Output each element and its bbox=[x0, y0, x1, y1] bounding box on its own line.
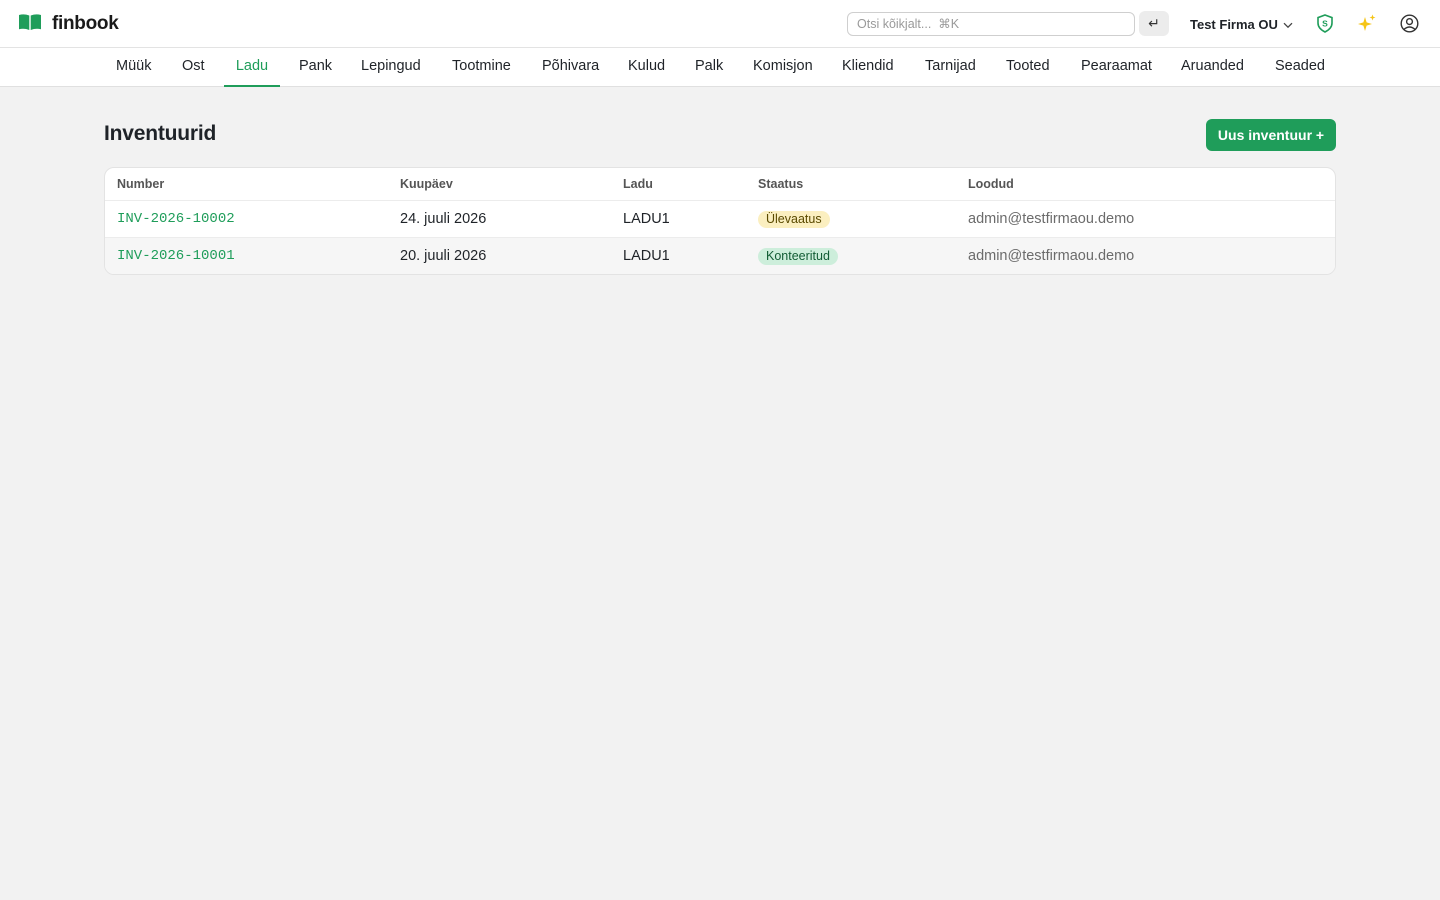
column-header-date[interactable]: Kuupäev bbox=[400, 177, 453, 191]
column-header-number[interactable]: Number bbox=[117, 177, 164, 191]
nav-item-komisjon[interactable]: Komisjon bbox=[753, 48, 813, 87]
app-name: finbook bbox=[52, 13, 119, 34]
inventory-number-link[interactable]: INV-2026-10002 bbox=[117, 211, 235, 227]
company-switcher[interactable]: Test Firma OU bbox=[1190, 14, 1293, 34]
table-row[interactable]: INV-2026-10001 20. juuli 2026 LADU1 Kont… bbox=[105, 238, 1335, 274]
nav-item-pank[interactable]: Pank bbox=[299, 48, 332, 87]
inventory-date: 24. juuli 2026 bbox=[400, 211, 487, 227]
nav-item-seaded[interactable]: Seaded bbox=[1275, 48, 1325, 87]
book-logo-icon bbox=[18, 13, 42, 36]
user-circle-icon[interactable] bbox=[1398, 12, 1420, 34]
nav-item-ladu[interactable]: Ladu bbox=[224, 48, 280, 87]
page-title: Inventuurid bbox=[104, 122, 217, 145]
nav-item-pearaamat[interactable]: Pearaamat bbox=[1081, 48, 1152, 87]
status-badge: Konteeritud bbox=[758, 248, 838, 265]
nav-item-tootmine[interactable]: Tootmine bbox=[452, 48, 511, 87]
shield-s-icon[interactable]: S bbox=[1314, 12, 1336, 34]
inventory-number-link[interactable]: INV-2026-10001 bbox=[117, 248, 235, 264]
chevron-down-icon bbox=[1283, 17, 1293, 32]
inventory-warehouse: LADU1 bbox=[623, 211, 670, 227]
status-badge: Ülevaatus bbox=[758, 211, 830, 228]
new-inventory-button[interactable]: Uus inventuur + bbox=[1206, 119, 1336, 151]
nav-item-tarnijad[interactable]: Tarnijad bbox=[925, 48, 976, 87]
nav-item-tooted[interactable]: Tooted bbox=[1006, 48, 1050, 87]
column-header-created[interactable]: Loodud bbox=[968, 177, 1014, 191]
nav-item-muuk[interactable]: Müük bbox=[116, 48, 151, 87]
enter-icon: ↵ bbox=[1148, 15, 1160, 31]
app-logo[interactable]: finbook bbox=[18, 12, 119, 36]
inventory-date: 20. juuli 2026 bbox=[400, 248, 487, 264]
top-bar: finbook ↵ Test Firma OU S bbox=[0, 0, 1440, 48]
created-by: admin@testfirmaou.demo bbox=[968, 211, 1135, 227]
inventory-table: Number Kuupäev Ladu Staatus Loodud INV-2… bbox=[104, 167, 1336, 275]
search-submit-button[interactable]: ↵ bbox=[1139, 11, 1169, 36]
nav-item-kulud[interactable]: Kulud bbox=[628, 48, 665, 87]
sparkles-icon[interactable] bbox=[1356, 12, 1378, 34]
nav-item-pohivara[interactable]: Põhivara bbox=[542, 48, 599, 87]
inventory-warehouse: LADU1 bbox=[623, 248, 670, 264]
nav-item-kliendid[interactable]: Kliendid bbox=[842, 48, 894, 87]
created-by: admin@testfirmaou.demo bbox=[968, 248, 1135, 264]
nav-item-lepingud[interactable]: Lepingud bbox=[361, 48, 421, 87]
svg-text:S: S bbox=[1322, 18, 1328, 28]
table-row[interactable]: INV-2026-10002 24. juuli 2026 LADU1 Ülev… bbox=[105, 201, 1335, 238]
table-header: Number Kuupäev Ladu Staatus Loodud bbox=[105, 168, 1335, 201]
column-header-warehouse[interactable]: Ladu bbox=[623, 177, 653, 191]
column-header-status[interactable]: Staatus bbox=[758, 177, 803, 191]
search-input[interactable] bbox=[847, 12, 1135, 36]
nav-item-palk[interactable]: Palk bbox=[695, 48, 723, 87]
main-nav: Müük Ost Ladu Pank Lepingud Tootmine Põh… bbox=[0, 48, 1440, 87]
nav-item-ost[interactable]: Ost bbox=[182, 48, 205, 87]
company-name: Test Firma OU bbox=[1190, 16, 1278, 32]
nav-item-aruanded[interactable]: Aruanded bbox=[1181, 48, 1244, 87]
